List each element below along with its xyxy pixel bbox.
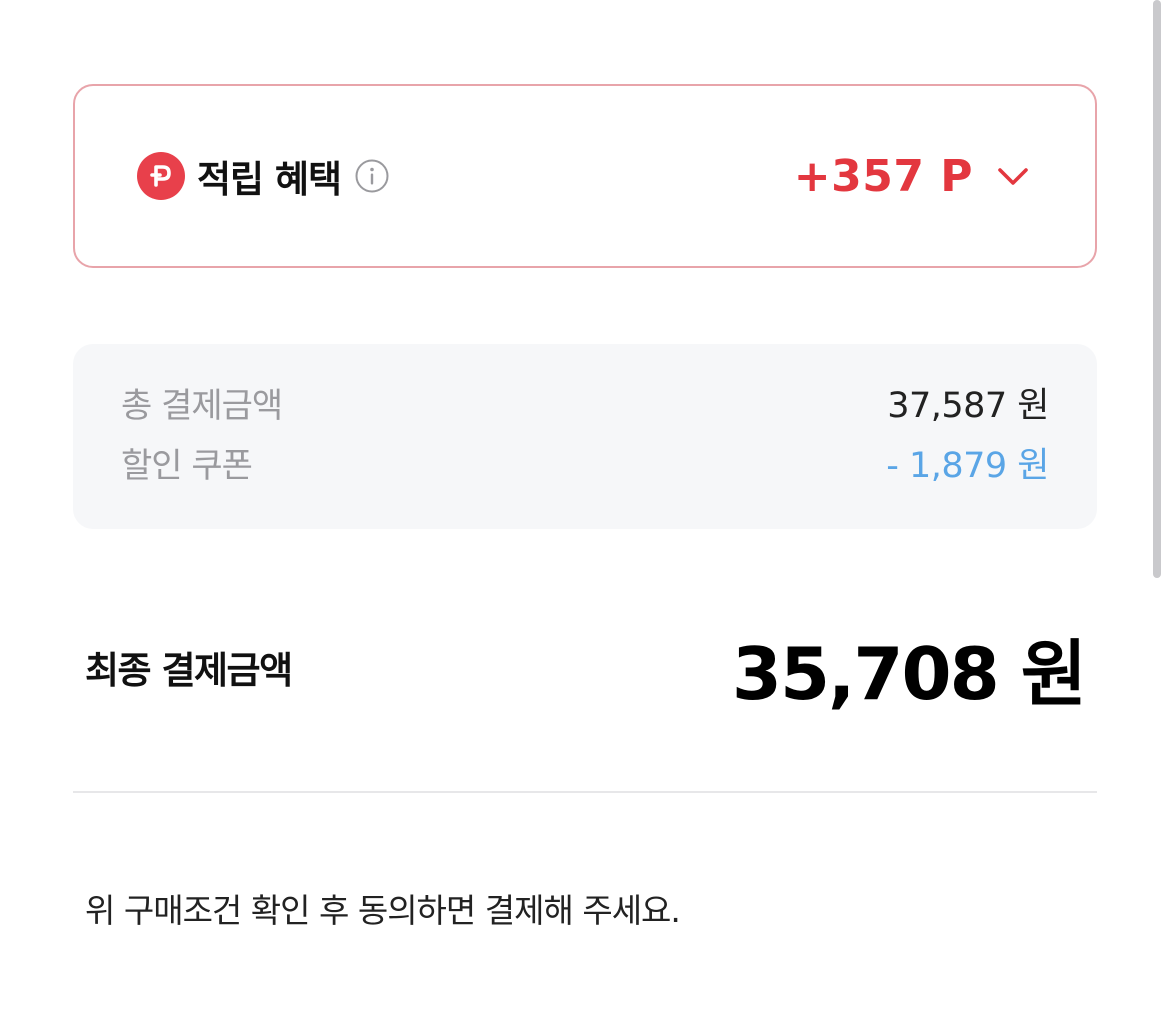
purchase-agreement-notice: 위 구매조건 확인 후 동의하면 결제해 주세요.	[85, 891, 681, 930]
total-payment-label: 총 결제금액	[121, 385, 283, 426]
final-payment-amount: 35,708 원	[731, 631, 1087, 716]
reward-benefit-card[interactable]: 적립 혜택 +357 P	[73, 84, 1097, 268]
point-coin-icon	[137, 152, 185, 200]
section-divider	[73, 791, 1097, 793]
total-payment-row: 총 결제금액 37,587 원	[121, 376, 1049, 428]
chevron-down-icon[interactable]	[995, 158, 1031, 194]
discount-coupon-row: 할인 쿠폰 - 1,879 원	[121, 436, 1049, 488]
total-payment-value: 37,587 원	[887, 385, 1049, 426]
discount-coupon-value: - 1,879 원	[886, 445, 1049, 486]
discount-coupon-label: 할인 쿠폰	[121, 445, 253, 486]
reward-amount-group[interactable]: +357 P	[794, 86, 1031, 266]
reward-title-group: 적립 혜택	[137, 86, 389, 266]
info-icon[interactable]	[355, 159, 389, 193]
final-payment-row: 최종 결제금액 35,708 원	[85, 620, 1087, 716]
scrollbar[interactable]	[1153, 0, 1161, 578]
final-payment-label: 최종 결제금액	[85, 649, 293, 692]
reward-points-amount: +357 P	[793, 150, 973, 202]
reward-title: 적립 혜택	[197, 158, 342, 201]
